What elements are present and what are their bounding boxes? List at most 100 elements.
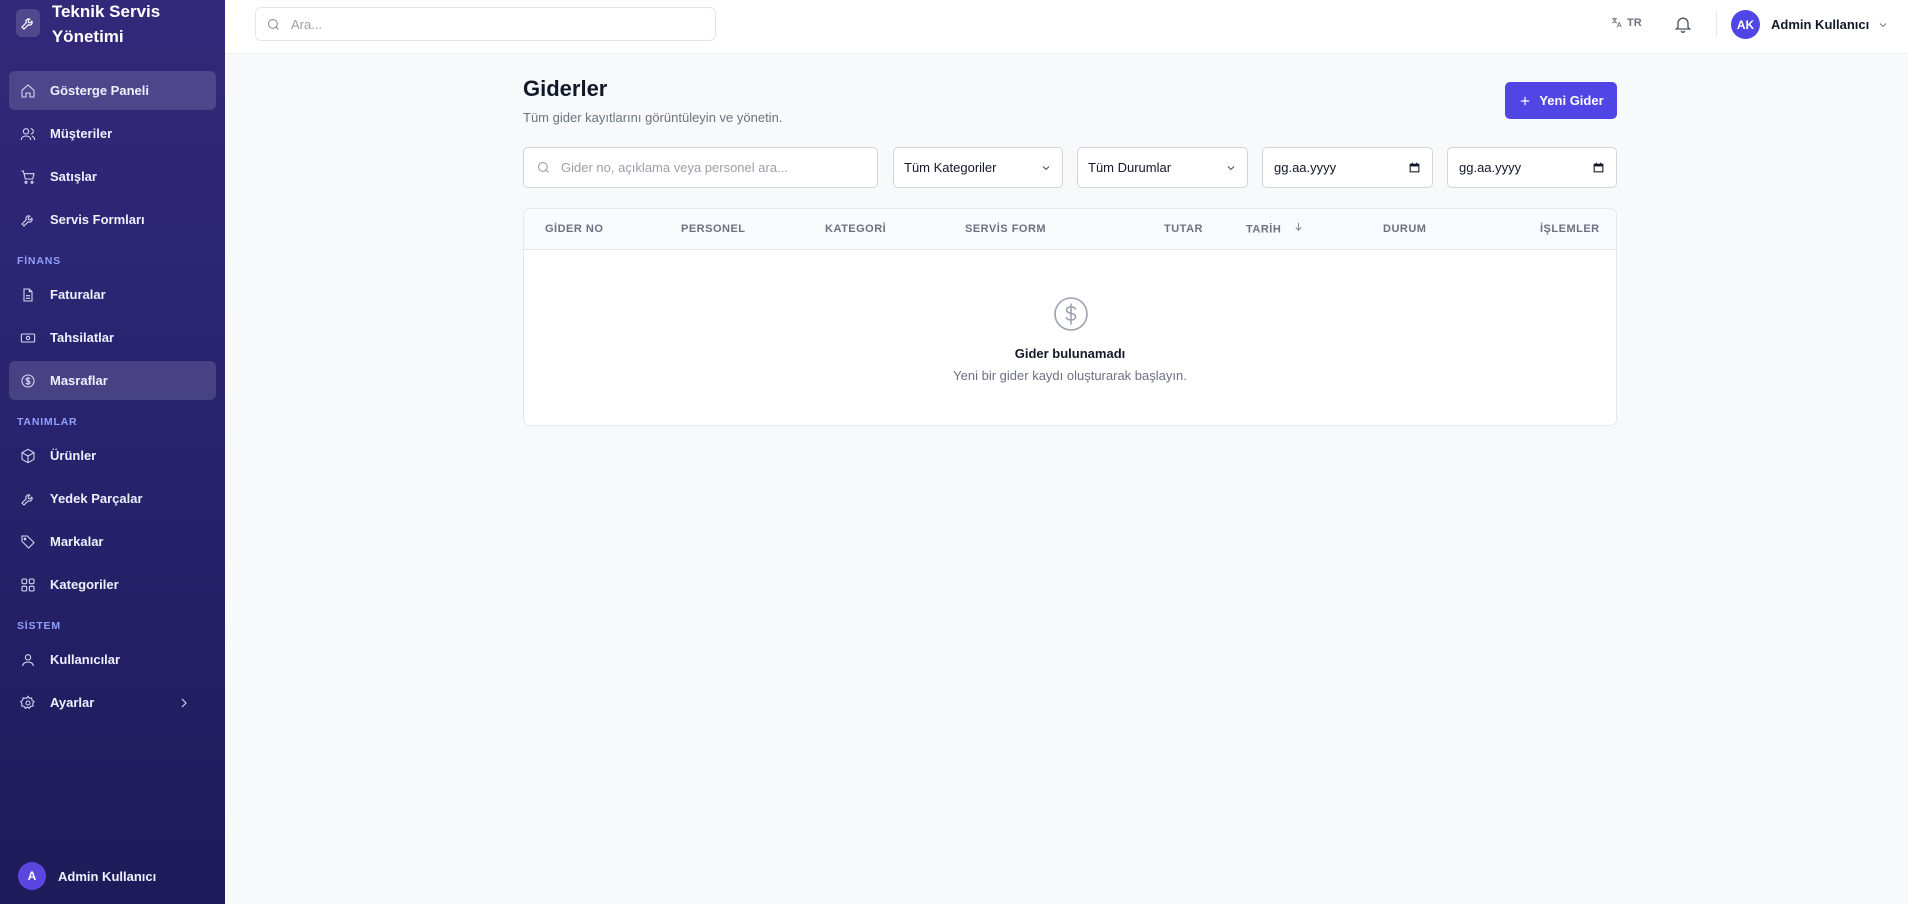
column-header-date-wrap[interactable]: TARİH bbox=[1246, 209, 1304, 250]
sidebar-item-label: Tahsilatlar bbox=[50, 330, 115, 345]
calendar-icon bbox=[1409, 162, 1420, 173]
sidebar-item-sales[interactable]: Satışlar bbox=[9, 157, 216, 196]
sidebar-user[interactable]: A Admin Kullanıcı bbox=[18, 862, 156, 890]
filters-bar: Tüm Kategoriler Tüm Durumlar gg.aa.yyyy … bbox=[523, 147, 1617, 188]
column-header-actions: İŞLEMLER bbox=[1540, 223, 1600, 235]
sidebar-item-settings[interactable]: Ayarlar bbox=[9, 683, 216, 722]
global-search-input[interactable] bbox=[291, 16, 691, 32]
avatar: A bbox=[18, 862, 46, 890]
column-header-service-form[interactable]: SERVİS FORM bbox=[965, 209, 1046, 250]
sidebar-item-label: Kullanıcılar bbox=[50, 652, 121, 667]
translate-icon bbox=[1612, 17, 1622, 28]
grid-icon bbox=[19, 576, 37, 594]
box-icon bbox=[19, 447, 37, 465]
page-title: Giderler bbox=[523, 76, 608, 101]
sidebar-item-label: Ürünler bbox=[50, 448, 97, 463]
empty-state-subtitle: Yeni bir gider kaydı oluşturarak başlayı… bbox=[953, 368, 1187, 383]
home-icon bbox=[19, 82, 37, 100]
sidebar-item-label: Gösterge Paneli bbox=[50, 83, 149, 98]
brand: Teknik Servis Yönetimi bbox=[0, 0, 225, 56]
gear-icon bbox=[19, 694, 37, 712]
status-select-value: Tüm Durumlar bbox=[1088, 160, 1172, 175]
date-from-value: gg.aa.yyyy bbox=[1274, 160, 1337, 175]
category-select-value: Tüm Kategoriler bbox=[904, 160, 997, 175]
expenses-table: GİDER NO PERSONEL KATEGORİ SERVİS FORM T… bbox=[523, 208, 1617, 426]
empty-state-title: Gider bulunamadı bbox=[1014, 346, 1126, 361]
column-header-amount[interactable]: TUTAR bbox=[1164, 209, 1203, 250]
dollar-circle-icon bbox=[1054, 297, 1088, 331]
new-expense-label: Yeni Gider bbox=[1539, 93, 1604, 108]
column-header-status[interactable]: DURUM bbox=[1383, 209, 1426, 250]
new-expense-button[interactable]: Yeni Gider bbox=[1505, 82, 1617, 119]
user-name: Admin Kullanıcı bbox=[1771, 17, 1870, 32]
app-title: Teknik Servis Yönetimi bbox=[51, 2, 161, 46]
chevron-right-icon bbox=[175, 694, 193, 712]
search-icon bbox=[537, 161, 549, 173]
column-header-category[interactable]: KATEGORİ bbox=[825, 209, 886, 250]
page-subtitle: Tüm gider kayıtlarını görüntüleyin ve yö… bbox=[523, 110, 783, 125]
plus-icon bbox=[1521, 96, 1530, 105]
sidebar-item-customers[interactable]: Müşteriler bbox=[9, 114, 216, 153]
divider bbox=[1716, 12, 1717, 38]
search-icon bbox=[267, 18, 279, 30]
column-header-expense-no[interactable]: GİDER NO bbox=[545, 209, 603, 250]
sidebar-item-users[interactable]: Kullanıcılar bbox=[9, 640, 216, 679]
user-menu[interactable]: AK Admin Kullanıcı bbox=[1731, 10, 1889, 39]
date-to-value: gg.aa.yyyy bbox=[1459, 160, 1522, 175]
expense-search[interactable] bbox=[523, 147, 878, 188]
sidebar-item-label: Kategoriler bbox=[50, 577, 119, 592]
table-header: GİDER NO PERSONEL KATEGORİ SERVİS FORM T… bbox=[524, 209, 1616, 250]
status-select[interactable]: Tüm Durumlar bbox=[1077, 147, 1248, 188]
empty-state: Gider bulunamadı Yeni bir gider kaydı ol… bbox=[524, 250, 1616, 425]
sidebar-item-label: Ayarlar bbox=[50, 695, 95, 710]
sidebar-item-label: Yedek Parçalar bbox=[50, 491, 143, 506]
bell-icon bbox=[1674, 17, 1692, 33]
sort-desc-icon bbox=[1293, 209, 1304, 250]
sidebar-item-categories[interactable]: Kategoriler bbox=[9, 565, 216, 604]
sidebar-nav: Gösterge Paneli Müşteriler Satışlar Serv… bbox=[0, 56, 225, 722]
dollar-circle-icon bbox=[19, 372, 37, 390]
sidebar-item-invoices[interactable]: Faturalar bbox=[9, 275, 216, 314]
sidebar-item-label: Müşteriler bbox=[50, 126, 113, 141]
calendar-icon bbox=[1593, 162, 1604, 173]
topbar: TR AK Admin Kullanıcı bbox=[225, 0, 1908, 54]
wrench-icon bbox=[19, 490, 37, 508]
sidebar-item-collections[interactable]: Tahsilatlar bbox=[9, 318, 216, 357]
sidebar-item-dashboard[interactable]: Gösterge Paneli bbox=[9, 71, 216, 110]
section-label-finance: FİNANS bbox=[17, 255, 61, 267]
sidebar-item-brands[interactable]: Markalar bbox=[9, 522, 216, 561]
avatar: AK bbox=[1731, 10, 1760, 39]
language-switcher[interactable]: TR bbox=[1610, 16, 1642, 29]
sidebar-item-label: Masraflar bbox=[50, 373, 108, 388]
chevron-down-icon bbox=[1227, 165, 1235, 170]
users-icon bbox=[19, 125, 37, 143]
wrench-logo-icon bbox=[16, 9, 40, 37]
wrench-icon bbox=[19, 211, 37, 229]
sidebar-user-name: Admin Kullanıcı bbox=[58, 868, 157, 884]
sidebar: Teknik Servis Yönetimi Gösterge Paneli M… bbox=[0, 0, 225, 904]
date-to-input[interactable]: gg.aa.yyyy bbox=[1447, 147, 1617, 188]
file-icon bbox=[19, 286, 37, 304]
chevron-down-icon bbox=[1042, 165, 1050, 170]
sidebar-item-products[interactable]: Ürünler bbox=[9, 436, 216, 475]
sidebar-item-label: Satışlar bbox=[50, 169, 97, 184]
global-search[interactable] bbox=[255, 7, 716, 41]
column-header-personnel[interactable]: PERSONEL bbox=[681, 209, 746, 250]
sidebar-item-service-forms[interactable]: Servis Formları bbox=[9, 200, 216, 239]
banknote-icon bbox=[19, 329, 37, 347]
sidebar-item-expenses[interactable]: Masraflar bbox=[9, 361, 216, 400]
language-code: TR bbox=[1627, 16, 1642, 29]
date-from-input[interactable]: gg.aa.yyyy bbox=[1262, 147, 1433, 188]
sidebar-item-label: Markalar bbox=[50, 534, 104, 549]
notifications-button[interactable] bbox=[1673, 14, 1693, 39]
expense-search-input[interactable] bbox=[561, 160, 871, 175]
sidebar-item-spare-parts[interactable]: Yedek Parçalar bbox=[9, 479, 216, 518]
sidebar-item-label: Faturalar bbox=[50, 287, 106, 302]
cart-icon bbox=[19, 168, 37, 186]
user-icon bbox=[19, 651, 37, 669]
section-label-system: SİSTEM bbox=[17, 620, 61, 632]
section-label-definitions: TANIMLAR bbox=[17, 416, 78, 428]
column-header-date: TARİH bbox=[1246, 223, 1282, 236]
category-select[interactable]: Tüm Kategoriler bbox=[893, 147, 1063, 188]
tag-icon bbox=[19, 533, 37, 551]
